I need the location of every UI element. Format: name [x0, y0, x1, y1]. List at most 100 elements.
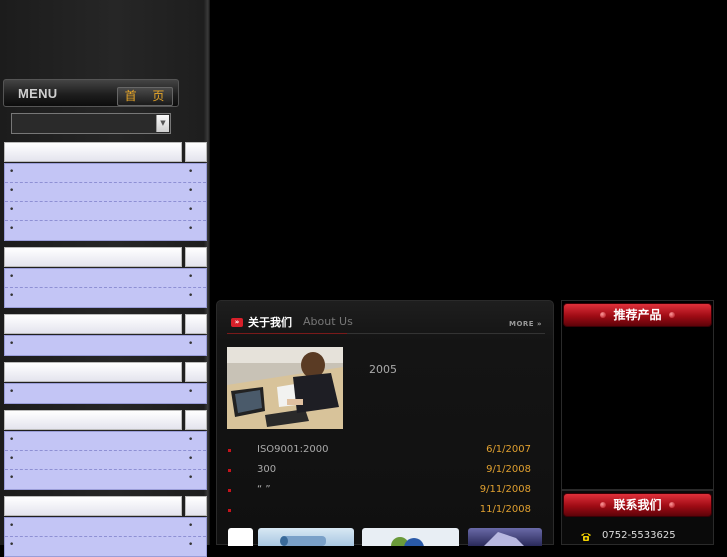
more-link-label: MORE [509, 320, 535, 328]
banner [210, 0, 727, 300]
bullet-icon: • [9, 435, 15, 445]
bullet-icon: • [9, 272, 15, 282]
category-item[interactable]: • • [5, 384, 206, 403]
bullet-icon: • [188, 387, 194, 397]
category-header[interactable] [4, 496, 182, 516]
news-item[interactable]: ISO9001:2000 6/1/2007 [227, 442, 537, 460]
category-header[interactable] [4, 410, 182, 430]
bullet-icon: • [188, 435, 194, 445]
menu-label: MENU [18, 86, 58, 101]
category-header[interactable] [4, 362, 182, 382]
bullet-icon [228, 469, 231, 472]
news-item[interactable]: “ ” 9/11/2008 [227, 482, 537, 500]
bullet-icon: • [188, 540, 194, 550]
about-title: » 关于我们 [231, 314, 292, 330]
bullet-icon: • [9, 339, 15, 349]
category-item[interactable]: • • [5, 183, 206, 202]
recommend-panel [561, 300, 714, 490]
category-list: • • [4, 335, 207, 356]
category-list: • • • • [4, 517, 207, 557]
category-list: • • • • • • [4, 431, 207, 490]
recommend-title: 推荐产品 [613, 308, 662, 322]
category-list: • • • • • • • • [4, 163, 207, 241]
category-item[interactable]: • • [5, 518, 206, 537]
news-date: 9/11/2008 [479, 484, 531, 495]
bullet-icon: • [9, 205, 15, 215]
product-thumbnail[interactable] [228, 528, 253, 546]
category-header-tab [185, 410, 207, 430]
news-title[interactable]: 300 [257, 464, 276, 475]
bullet-icon [228, 449, 231, 452]
category-item[interactable]: • • [5, 336, 206, 355]
bullet-icon: • [188, 205, 194, 215]
product-thumbnail[interactable] [258, 528, 354, 546]
recommend-header: 推荐产品 [563, 303, 712, 327]
about-subtitle: About Us [303, 315, 353, 328]
bullet-icon: • [188, 167, 194, 177]
category-item[interactable]: • • [5, 269, 206, 288]
bullet-icon: • [9, 291, 15, 301]
divider-accent [227, 333, 347, 334]
menu-bar: MENU 首 页 [3, 79, 179, 107]
telephone-icon [581, 531, 591, 541]
category-item[interactable]: • • [5, 451, 206, 470]
gem-icon [669, 502, 675, 508]
product-thumbnail[interactable] [362, 528, 459, 546]
gem-icon [669, 312, 675, 318]
product-thumbnail[interactable] [468, 528, 542, 546]
bullet-icon: • [9, 454, 15, 464]
more-link[interactable]: MORE » [509, 320, 542, 328]
bullet-icon: • [9, 387, 15, 397]
category-item[interactable]: • • [5, 432, 206, 451]
chevron-down-icon[interactable]: ▼ [156, 115, 169, 132]
news-title[interactable]: ISO9001:2000 [257, 444, 328, 455]
bullet-icon: • [188, 272, 194, 282]
bullet-icon: • [188, 291, 194, 301]
news-date: 11/1/2008 [479, 504, 531, 515]
news-title[interactable]: “ ” [257, 484, 271, 495]
bullet-icon: • [9, 473, 15, 483]
contact-header: 联系我们 [563, 493, 712, 517]
chevron-right-icon: » [537, 320, 543, 328]
category-list: • • • • [4, 268, 207, 308]
news-item[interactable]: 11/1/2008 [227, 502, 537, 520]
category-header[interactable] [4, 247, 182, 267]
contact-phone: 0752-5533625 [602, 530, 676, 541]
bullet-icon: • [9, 186, 15, 196]
bullet-icon [228, 509, 231, 512]
about-text: 2005 [369, 363, 397, 376]
category-item[interactable]: • • [5, 288, 206, 307]
category-header-tab [185, 362, 207, 382]
double-chevron-right-icon: » [231, 317, 243, 327]
category-header[interactable] [4, 142, 182, 162]
bullet-icon: • [9, 521, 15, 531]
home-button[interactable]: 首 页 [117, 87, 173, 106]
bullet-icon: • [9, 224, 15, 234]
category-header[interactable] [4, 314, 182, 334]
news-date: 6/1/2007 [486, 444, 531, 455]
bullet-icon [228, 489, 231, 492]
category-header-tab [185, 314, 207, 334]
category-item[interactable]: • • [5, 202, 206, 221]
gem-icon [600, 502, 606, 508]
category-item[interactable]: • • [5, 221, 206, 240]
category-item[interactable]: • • [5, 470, 206, 489]
about-photo [227, 347, 343, 429]
bullet-icon: • [188, 473, 194, 483]
category-item[interactable]: • • [5, 537, 206, 556]
bullet-icon: • [188, 454, 194, 464]
bullet-icon: • [188, 521, 194, 531]
about-title-text: 关于我们 [248, 316, 292, 329]
bullet-icon: • [188, 186, 194, 196]
bullet-icon: • [188, 224, 194, 234]
news-item[interactable]: 300 9/1/2008 [227, 462, 537, 480]
about-panel: » 关于我们 About Us MORE » 2005 ISO9001:2000 6… [216, 300, 554, 546]
category-item[interactable]: • • [5, 164, 206, 183]
bullet-icon: • [188, 339, 194, 349]
contact-title: 联系我们 [613, 498, 662, 512]
category-header-tab [185, 247, 207, 267]
category-select[interactable]: ▼ [11, 113, 171, 134]
bullet-icon: • [9, 540, 15, 550]
category-header-tab [185, 496, 207, 516]
news-date: 9/1/2008 [486, 464, 531, 475]
